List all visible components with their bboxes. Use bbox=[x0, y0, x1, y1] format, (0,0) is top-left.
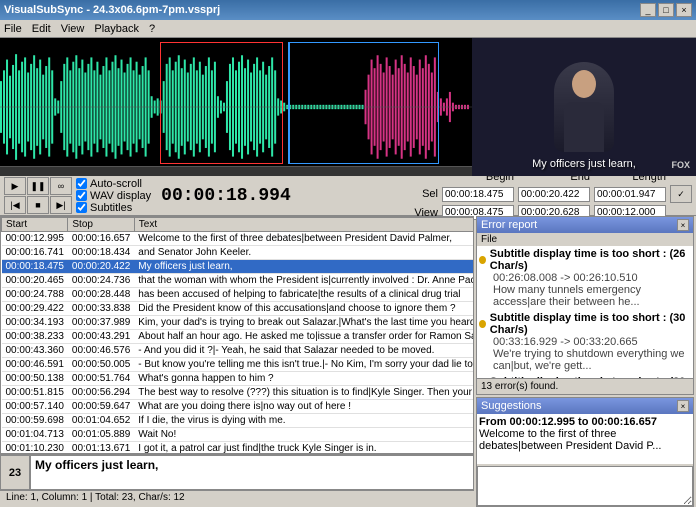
suggestions-text: Welcome to the first of three debates|be… bbox=[479, 428, 691, 452]
table-row[interactable]: 00:00:29.42200:00:33.838Did the Presiden… bbox=[2, 302, 475, 316]
current-time: 00:00:18.994 bbox=[155, 186, 297, 206]
error-item[interactable]: Subtitle display time is too short : (30… bbox=[479, 312, 691, 372]
subtitle-table[interactable]: Start Stop Text 00:00:12.99500:00:16.657… bbox=[0, 216, 474, 454]
prev-button[interactable]: |◀ bbox=[4, 196, 26, 214]
error-panel-title: Error report bbox=[481, 219, 537, 231]
col-start[interactable]: Start bbox=[2, 218, 68, 232]
menu-bar: File Edit View Playback ? bbox=[0, 20, 696, 38]
video-caption: My officers just learn, bbox=[472, 158, 696, 170]
selection-box-blue[interactable] bbox=[288, 42, 439, 164]
suggestions-range: From 00:00:12.995 to 00:00:16.657 bbox=[479, 416, 691, 428]
close-button[interactable]: × bbox=[676, 3, 692, 17]
table-row[interactable]: 00:01:10.23000:01:13.671I got it, a patr… bbox=[2, 442, 475, 455]
col-text[interactable]: Text bbox=[134, 218, 474, 232]
menu-playback[interactable]: Playback bbox=[94, 23, 139, 35]
sel-end-input[interactable] bbox=[518, 187, 590, 202]
autoscroll-checkbox[interactable]: Auto-scroll bbox=[76, 178, 151, 190]
table-row[interactable]: 00:00:24.78800:00:28.448has been accused… bbox=[2, 288, 475, 302]
stop-button[interactable]: ■ bbox=[27, 196, 49, 214]
suggestions-title: Suggestions bbox=[481, 400, 542, 412]
selection-box-red[interactable] bbox=[160, 42, 283, 164]
video-preview[interactable]: My officers just learn, FOX bbox=[472, 38, 696, 176]
timeline-strip[interactable] bbox=[0, 166, 472, 176]
play-button[interactable]: ▶ bbox=[4, 177, 26, 195]
title-bar: VisualSubSync - 24.3x06.6pm-7pm.vssprj _… bbox=[0, 0, 696, 20]
sel-begin-input[interactable] bbox=[442, 187, 514, 202]
video-logo: FOX bbox=[671, 160, 690, 170]
table-row[interactable]: 00:00:16.74100:00:18.434and Senator John… bbox=[2, 246, 475, 260]
table-row[interactable]: 00:00:34.19300:00:37.989Kim, your dad's … bbox=[2, 316, 475, 330]
minimize-button[interactable]: _ bbox=[640, 3, 656, 17]
menu-view[interactable]: View bbox=[61, 23, 85, 35]
pause-button[interactable]: ❚❚ bbox=[27, 177, 49, 195]
table-row[interactable]: 00:00:57.14000:00:59.647What are you doi… bbox=[2, 400, 475, 414]
menu-help[interactable]: ? bbox=[149, 23, 155, 35]
suggestions-close-icon[interactable]: × bbox=[677, 400, 689, 412]
col-stop[interactable]: Stop bbox=[68, 218, 134, 232]
error-panel-footer: 13 error(s) found. bbox=[477, 378, 693, 394]
menu-file[interactable]: File bbox=[4, 23, 22, 35]
editor-line-number: 23 bbox=[0, 455, 30, 490]
sel-apply-button[interactable]: ✓ bbox=[670, 185, 692, 203]
table-row[interactable]: 00:00:51.81500:00:56.294The best way to … bbox=[2, 386, 475, 400]
waveform-panel[interactable] bbox=[0, 38, 472, 176]
error-panel-file-menu[interactable]: File bbox=[477, 233, 693, 246]
table-row[interactable]: 00:00:59.69800:01:04.652If I die, the vi… bbox=[2, 414, 475, 428]
table-row[interactable]: 00:00:46.59100:00:50.005- But know you'r… bbox=[2, 358, 475, 372]
window-title: VisualSubSync - 24.3x06.6pm-7pm.vssprj bbox=[4, 4, 638, 16]
error-report-panel: Error report × File Subtitle display tim… bbox=[476, 216, 694, 395]
loop-button[interactable]: ∞ bbox=[50, 177, 72, 195]
maximize-button[interactable]: □ bbox=[658, 3, 674, 17]
error-item[interactable]: Subtitle display time is too short : (26… bbox=[479, 248, 691, 308]
table-row[interactable]: 00:00:50.13800:00:51.764What's gonna hap… bbox=[2, 372, 475, 386]
editor-textarea[interactable]: My officers just learn, bbox=[30, 455, 474, 490]
controls-bar: ▶ ❚❚ ∞ |◀ ■ ▶| Auto-scroll WAV display S… bbox=[0, 176, 696, 216]
status-bar: Line: 1, Column: 1 | Total: 23, Char/s: … bbox=[0, 490, 474, 506]
table-row[interactable]: 00:00:43.36000:00:46.576- And you did it… bbox=[2, 344, 475, 358]
menu-edit[interactable]: Edit bbox=[32, 23, 51, 35]
wav-display-checkbox[interactable]: WAV display bbox=[76, 190, 151, 202]
error-panel-close-icon[interactable]: × bbox=[677, 219, 689, 231]
next-button[interactable]: ▶| bbox=[50, 196, 72, 214]
table-row[interactable]: 00:01:04.71300:01:05.889Wait No! bbox=[2, 428, 475, 442]
suggestions-panel: Suggestions × From 00:00:12.995 to 00:00… bbox=[476, 397, 694, 507]
table-row[interactable]: 00:00:18.47500:00:20.422My officers just… bbox=[2, 260, 475, 274]
suggestions-input[interactable] bbox=[477, 466, 693, 506]
subtitles-checkbox[interactable]: Subtitles bbox=[76, 202, 151, 214]
sel-label: Sel bbox=[414, 188, 438, 200]
sel-length-input[interactable] bbox=[594, 187, 666, 202]
table-row[interactable]: 00:00:12.99500:00:16.657Welcome to the f… bbox=[2, 232, 475, 246]
table-row[interactable]: 00:00:38.23300:00:43.291About half an ho… bbox=[2, 330, 475, 344]
table-row[interactable]: 00:00:20.46500:00:24.736that the woman w… bbox=[2, 274, 475, 288]
